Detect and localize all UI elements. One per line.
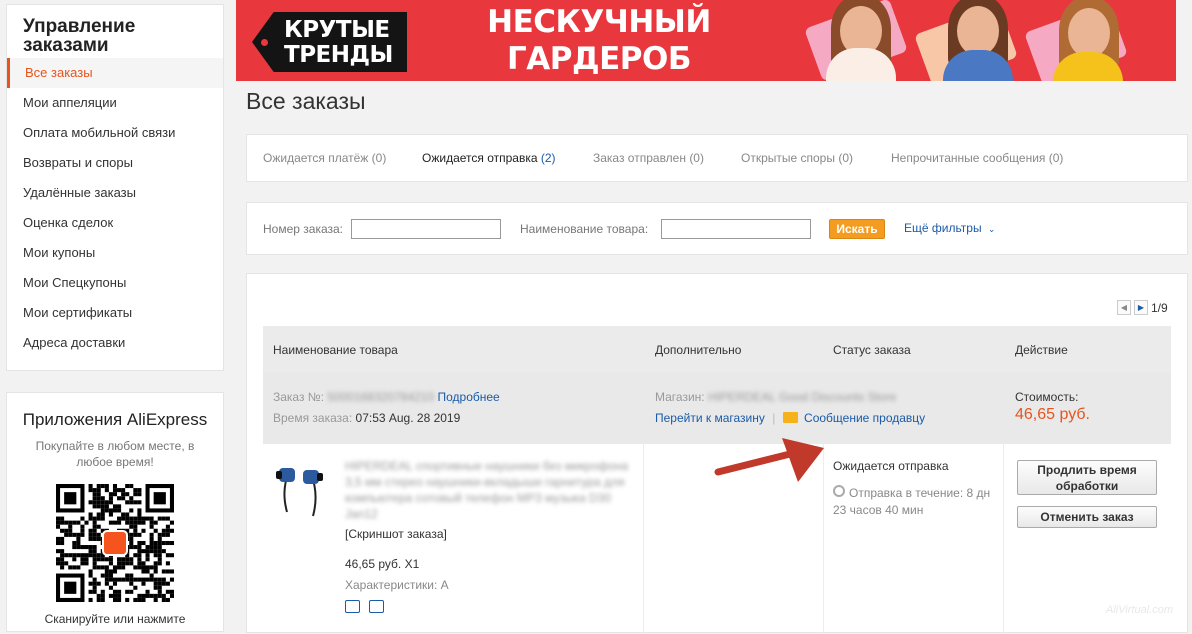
sidebar-title: Управление заказами (23, 16, 136, 56)
sidebar-item-all-orders[interactable]: Все заказы (7, 58, 223, 88)
order-number-label: Номер заказа: (263, 222, 344, 236)
page-indicator: 1/9 (1151, 301, 1168, 315)
banner-tag-hole (261, 39, 268, 46)
store-label: Магазин: (655, 390, 705, 404)
column-header-additional: Дополнительно (655, 343, 742, 357)
tab-label: Открытые споры (741, 151, 835, 165)
tab-awaiting-shipment[interactable]: Ожидается отправка (2) (422, 151, 556, 165)
sidebar-item-feedback[interactable]: Оценка сделок (7, 208, 223, 238)
banner-model-2 (914, 0, 1026, 81)
snapshot-icon[interactable] (369, 600, 384, 613)
filter-panel: Номер заказа: Наименование товара: Искат… (246, 202, 1188, 255)
store-links: Перейти к магазину | Сообщение продавцу (655, 411, 925, 425)
column-divider (1003, 444, 1004, 634)
order-time-value: 07:53 Aug. 28 2019 (355, 411, 461, 425)
sidebar: Управление заказами Все заказы Мои аппел… (6, 4, 224, 371)
apps-scan-text: Сканируйте или нажмите (44, 612, 186, 626)
banner-tag-text: КРУТЫЕ ТРЕНДЫ (284, 17, 393, 68)
qr-code[interactable] (56, 484, 174, 602)
banner-tag: КРУТЫЕ ТРЕНДЫ (252, 12, 407, 72)
extend-processing-button[interactable]: Продлить время обработки (1017, 460, 1157, 495)
order-price: 46,65 руб. (1015, 406, 1090, 423)
more-filters-label: Ещё фильтры (904, 221, 982, 235)
next-page-button[interactable]: ▶ (1134, 300, 1148, 315)
search-button[interactable]: Искать (829, 219, 885, 239)
tab-unread-messages[interactable]: Непрочитанные сообщения (0) (891, 151, 1063, 165)
order-status: Ожидается отправка (833, 459, 949, 473)
order-number-input[interactable] (351, 219, 501, 239)
column-header-status: Статус заказа (833, 343, 911, 357)
cancel-order-button[interactable]: Отменить заказ (1017, 506, 1157, 528)
prev-page-button[interactable]: ◀ (1117, 300, 1131, 315)
tab-count: (0) (838, 151, 853, 165)
order-snapshot-link[interactable]: [Скриншот заказа] (345, 527, 447, 541)
banner-headline: НЕСКУЧНЫЙ ГАРДЕРОБ (487, 4, 711, 77)
apps-subtitle: Покупайте в любом месте, в любое время! (35, 439, 195, 469)
tab-open-disputes[interactable]: Открытые споры (0) (741, 151, 853, 165)
sidebar-item-appeals[interactable]: Мои аппеляции (7, 88, 223, 118)
product-name-label: Наименование товара: (520, 222, 649, 236)
tab-label: Заказ отправлен (593, 151, 686, 165)
sidebar-item-addresses[interactable]: Адреса доставки (7, 328, 223, 358)
unit-price: 46,65 руб. X1 (345, 557, 420, 571)
shipping-countdown: Отправка в течение: 8 дн 23 часов 40 мин (833, 486, 991, 517)
chevron-down-icon: ⌄ (987, 224, 996, 234)
page-title: Все заказы (246, 88, 366, 114)
link-separator: | (772, 411, 776, 425)
promo-banner[interactable]: КРУТЫЕ ТРЕНДЫ НЕСКУЧНЫЙ ГАРДЕРОБ (236, 0, 1176, 81)
aliexpress-logo-icon (102, 530, 128, 556)
watermark: AliVirtual.com (1106, 604, 1174, 616)
sidebar-item-special-coupons[interactable]: Мои Спецкупоны (7, 268, 223, 298)
tab-label: Ожидается платёж (263, 151, 369, 165)
order-time-label: Время заказа: (273, 411, 353, 425)
banner-model-3 (1024, 0, 1141, 81)
tab-count: (0) (689, 151, 704, 165)
envelope-icon (782, 412, 798, 423)
truck-icon[interactable] (345, 600, 360, 613)
product-name-input[interactable] (661, 219, 811, 239)
go-to-store-link[interactable]: Перейти к магазину (655, 411, 765, 425)
order-time-line: Время заказа: 07:53 Aug. 28 2019 (273, 411, 460, 425)
tab-label: Непрочитанные сообщения (891, 151, 1046, 165)
order-number-value: 5000168320784210 (327, 390, 435, 404)
apps-title: Приложения AliExpress (22, 410, 208, 429)
order-number-label: Заказ №: (273, 390, 325, 404)
product-characteristics: Характеристики: A (345, 578, 449, 592)
tab-count: (0) (371, 151, 387, 165)
sidebar-item-deleted-orders[interactable]: Удалённые заказы (7, 178, 223, 208)
sidebar-item-returns[interactable]: Возвраты и споры (7, 148, 223, 178)
store-line: Магазин: HIPERDEAL Good Discounts Store (655, 390, 896, 404)
order-status-tabs: Ожидается платёж (0) Ожидается отправка … (246, 134, 1188, 182)
column-header-product: Наименование товара (273, 343, 398, 357)
table-header: Наименование товара Дополнительно Статус… (263, 326, 1171, 372)
order-details-link[interactable]: Подробнее (438, 390, 500, 404)
store-name: HIPERDEAL Good Discounts Store (707, 390, 897, 404)
tab-count: (0) (1048, 151, 1064, 165)
order-number-line: Заказ №: 5000168320784210 Подробнее (273, 390, 500, 404)
more-filters-link[interactable]: Ещё фильтры ⌄ (904, 221, 995, 235)
sidebar-item-certificates[interactable]: Мои сертификаты (7, 298, 223, 328)
tab-shipped[interactable]: Заказ отправлен (0) (593, 151, 704, 165)
sidebar-item-coupons[interactable]: Мои купоны (7, 238, 223, 268)
message-seller-link[interactable]: Сообщение продавцу (804, 411, 925, 425)
price-label: Стоимость: (1015, 390, 1079, 404)
annotation-arrow (714, 438, 824, 482)
sidebar-item-mobile-payment[interactable]: Оплата мобильной связи (7, 118, 223, 148)
product-title[interactable]: HIPERDEAL спортивные наушники без микроф… (345, 458, 645, 522)
tab-count: (2) (540, 151, 556, 165)
column-header-action: Действие (1015, 343, 1068, 357)
banner-model-1 (801, 0, 911, 81)
apps-promo: Приложения AliExpress Покупайте в любом … (6, 392, 224, 632)
tab-label: Ожидается отправка (422, 151, 538, 165)
tab-awaiting-payment[interactable]: Ожидается платёж (0) (263, 151, 386, 165)
product-thumbnail[interactable] (273, 460, 325, 520)
